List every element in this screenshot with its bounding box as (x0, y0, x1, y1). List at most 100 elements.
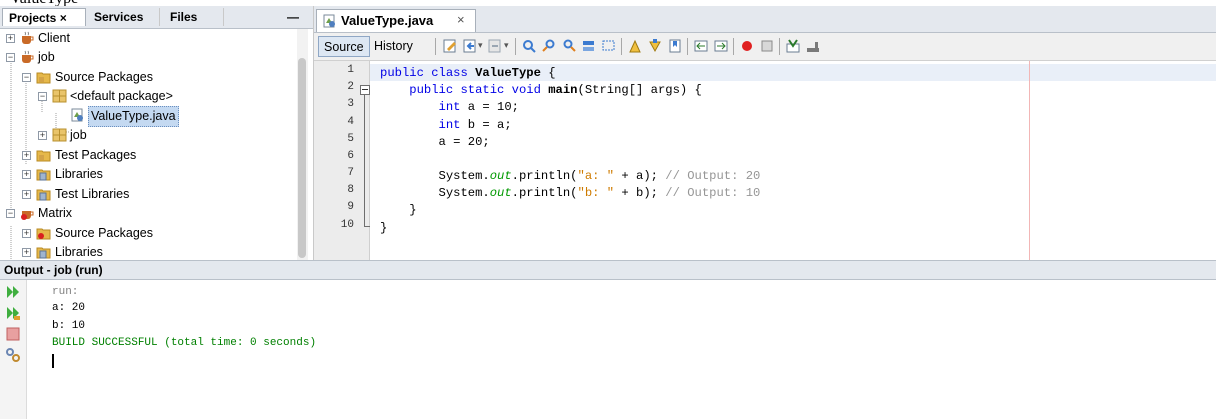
last-edit-icon[interactable] (442, 38, 458, 54)
code-field: out (489, 169, 512, 183)
rerun-with-params-icon[interactable] (5, 305, 21, 321)
tree-item-matrix-source-packages[interactable]: + Source Packages (0, 224, 296, 243)
code-keyword: int (438, 118, 461, 132)
code-text: .println( (511, 186, 578, 200)
rectangle-selection-icon[interactable] (601, 38, 617, 54)
expand-toggle-icon[interactable]: + (22, 170, 31, 179)
collapse-toggle-icon[interactable]: − (6, 209, 15, 218)
collapse-toggle-icon[interactable]: − (38, 92, 47, 101)
code-line-8: System.out.println("b: " + b); // Output… (380, 185, 761, 201)
line-number: 7 (347, 167, 354, 179)
tree-item-job-package[interactable]: + job (0, 126, 296, 145)
code-text: System. (438, 169, 490, 183)
code-keyword: public static void (409, 83, 549, 97)
shift-left-icon[interactable] (693, 38, 709, 54)
close-icon[interactable]: × (457, 12, 465, 27)
tree-item-client[interactable]: + Client (0, 29, 296, 48)
code-text: } (409, 203, 417, 217)
expand-toggle-icon[interactable]: + (22, 190, 31, 199)
tab-title: ValueType.java (341, 13, 434, 28)
code-text: a = 20; (438, 135, 490, 149)
text-caret (52, 354, 54, 368)
tab-valuetype-java[interactable]: ValueType.java × (316, 9, 476, 32)
tree-item-test-packages[interactable]: + Test Packages (0, 146, 296, 165)
tree-item-test-libraries[interactable]: + Test Libraries (0, 185, 296, 204)
output-line-run: run: (52, 286, 79, 298)
code-text: + b); (614, 186, 666, 200)
tree-item-label: Test Packages (55, 148, 137, 162)
code-line-7: System.out.println("a: " + a); // Output… (380, 168, 761, 184)
output-header: Output - job (run) (0, 260, 1216, 280)
code-keyword: int (438, 100, 461, 114)
find-previous-icon[interactable] (541, 38, 557, 54)
tree-item-source-packages[interactable]: − Source Packages (0, 68, 296, 87)
start-macro-recording-icon[interactable] (739, 38, 755, 54)
folder-error-icon (36, 228, 51, 240)
highlight-icon[interactable] (581, 38, 597, 54)
code-text: a = 10; (460, 100, 519, 114)
output-console[interactable] (27, 280, 1216, 419)
output-line-build-status: BUILD SUCCESSFUL (total time: 0 seconds) (52, 337, 317, 349)
stop-icon[interactable] (5, 326, 21, 342)
line-number: 6 (347, 150, 354, 162)
tree-item-label: ValueType.java (88, 106, 179, 127)
back-icon[interactable] (462, 38, 478, 54)
project-tree: + Client − job − Source Packages − <defa… (0, 29, 296, 260)
forward-icon[interactable] (487, 38, 503, 54)
output-title: Output - job (run) (4, 263, 103, 277)
code-keyword: public class (380, 66, 476, 80)
code-fold-icon[interactable] (360, 85, 370, 95)
tree-item-label: Libraries (55, 245, 103, 259)
tree-item-label: Client (38, 31, 70, 45)
tree-item-libraries[interactable]: + Libraries (0, 165, 296, 184)
find-next-icon[interactable] (561, 38, 577, 54)
chevron-down-icon[interactable]: ▾ (504, 40, 509, 51)
comment-icon[interactable] (785, 38, 801, 54)
collapse-toggle-icon[interactable]: − (6, 53, 15, 62)
projects-scrollbar-thumb[interactable] (298, 58, 306, 258)
code-text: } (380, 221, 388, 235)
tab-projects[interactable]: Projects × (2, 8, 86, 26)
code-line-2: public static void main(String[] args) { (380, 82, 702, 98)
tree-item-job[interactable]: − job (0, 48, 296, 67)
toolbar-separator (779, 38, 780, 55)
settings-icon[interactable] (5, 347, 21, 363)
uncomment-icon[interactable] (805, 38, 821, 54)
code-text: (String[] args) { (577, 83, 702, 97)
minimize-button[interactable]: — (286, 9, 300, 25)
next-bookmark-icon[interactable] (647, 38, 663, 54)
chevron-down-icon[interactable]: ▾ (478, 40, 483, 51)
tree-item-matrix-libraries[interactable]: + Libraries (0, 243, 296, 260)
rerun-icon[interactable] (5, 284, 21, 300)
tree-item-label: job (38, 50, 55, 64)
expand-toggle-icon[interactable]: + (22, 151, 31, 160)
tree-item-valuetype-java[interactable]: ValueType.java (0, 106, 296, 127)
code-line-1: public class ValueType { (380, 65, 556, 81)
source-button[interactable]: Source (318, 36, 370, 57)
expand-toggle-icon[interactable]: + (6, 34, 15, 43)
line-number: 10 (340, 219, 354, 231)
previous-bookmark-icon[interactable] (627, 38, 643, 54)
tab-services[interactable]: Services (88, 8, 160, 26)
output-line: a: 20 (52, 302, 86, 314)
tree-item-label: Matrix (38, 206, 73, 220)
tree-item-label: job (70, 128, 87, 142)
stop-macro-recording-icon[interactable] (759, 38, 775, 54)
library-folder-icon (36, 169, 51, 181)
expand-toggle-icon[interactable]: + (22, 229, 31, 238)
tree-item-matrix[interactable]: − Matrix (0, 204, 296, 223)
tree-item-label: Source Packages (55, 226, 153, 240)
expand-toggle-icon[interactable]: + (38, 131, 47, 140)
history-button[interactable]: History (369, 36, 418, 57)
find-selection-icon[interactable] (521, 38, 537, 54)
java-file-icon (323, 14, 335, 28)
expand-toggle-icon[interactable]: + (22, 248, 31, 257)
tab-files[interactable]: Files (164, 8, 224, 26)
shift-right-icon[interactable] (713, 38, 729, 54)
project-cup-icon (22, 31, 34, 44)
collapse-toggle-icon[interactable]: − (22, 73, 31, 82)
toggle-bookmark-icon[interactable] (667, 38, 683, 54)
tree-item-default-package[interactable]: − <default package> (0, 87, 296, 106)
folder-icon (36, 72, 51, 84)
tree-item-label: Libraries (55, 167, 103, 181)
